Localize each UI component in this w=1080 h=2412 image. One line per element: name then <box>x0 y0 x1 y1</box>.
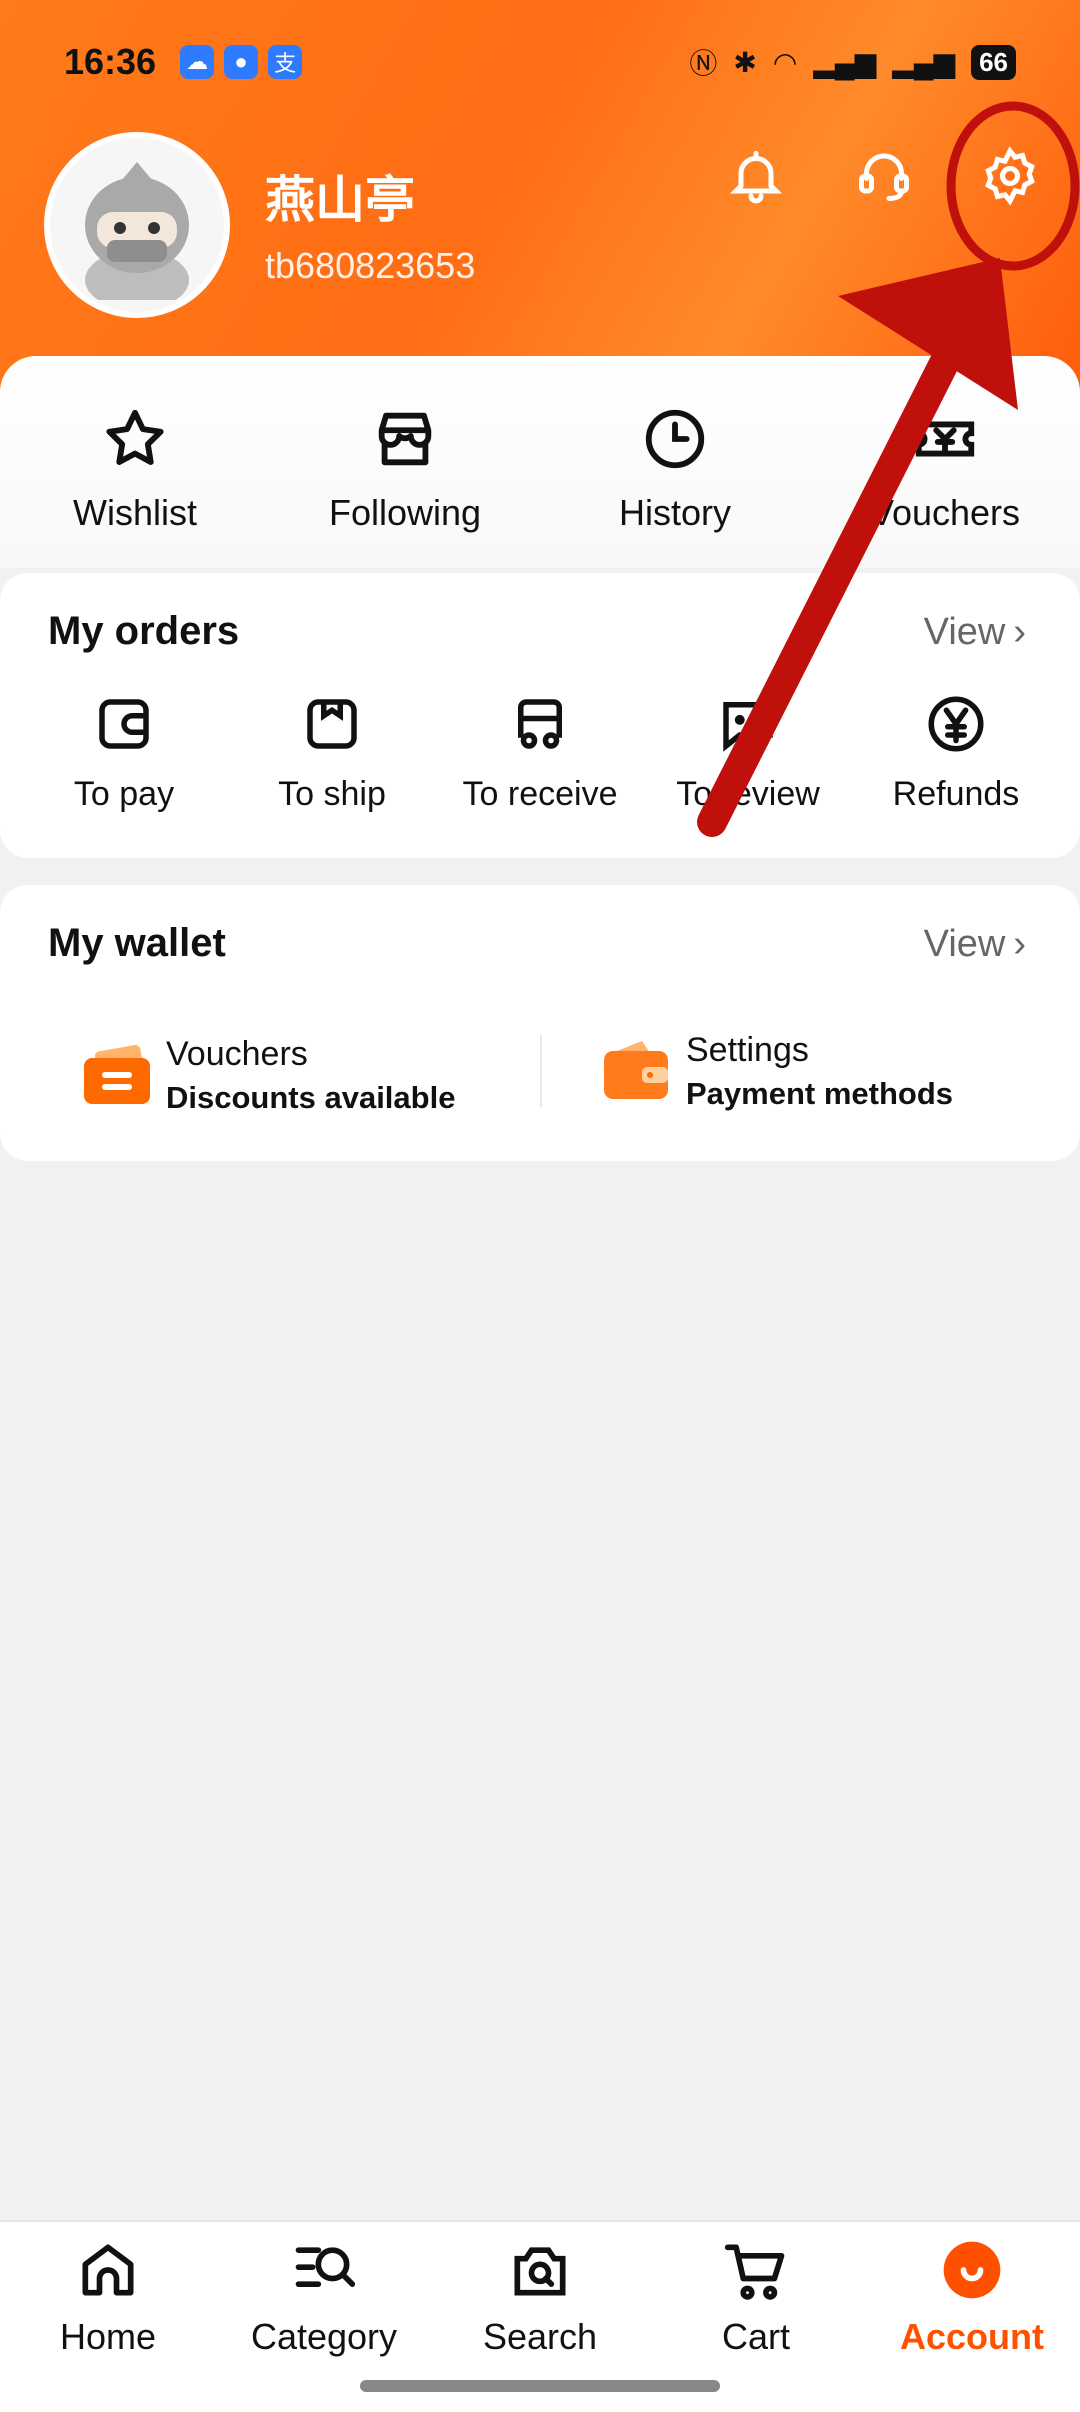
quick-link-label: History <box>618 492 731 533</box>
order-label: To receive <box>462 775 618 813</box>
nav-label: Home <box>59 2316 157 2357</box>
alipay-app-icon: 支 <box>268 45 303 79</box>
category-icon <box>295 2247 356 2287</box>
chevron-right-icon: › <box>1013 611 1026 653</box>
wallet-item-title: Vouchers <box>166 1035 308 1073</box>
status-bar: 16:36 ☁ ● 支 Ⓝ ✱ ◠ ▂▄▆ ▂▄▆ 66 <box>64 40 1016 84</box>
customer-service-icon[interactable] <box>848 140 920 212</box>
order-to-receive[interactable]: To receive <box>436 691 644 814</box>
yen-icon <box>928 696 984 752</box>
payment-wallet-icon <box>604 1041 668 1099</box>
browser-app-icon: ● <box>224 45 259 79</box>
nav-home[interactable]: Home <box>0 2222 216 2412</box>
voucher-icon <box>915 421 975 457</box>
status-time: 16:36 <box>64 41 157 82</box>
wallet-view-link[interactable]: View › <box>924 923 1026 966</box>
wallet-item-subtitle: Payment methods <box>686 1075 954 1111</box>
orders-card: My orders View › To pay To ship To recei… <box>0 573 1080 858</box>
chevron-right-icon: › <box>1013 923 1026 965</box>
package-icon <box>307 699 357 749</box>
status-app-icons: ☁ ● 支 <box>180 45 303 79</box>
voucher-wallet-icon <box>84 1044 150 1104</box>
order-to-ship[interactable]: To ship <box>228 691 436 814</box>
quick-link-following[interactable]: Following <box>270 356 540 568</box>
avatar-image <box>85 162 189 300</box>
wallet-item-subtitle: Discounts available <box>166 1080 456 1115</box>
quick-link-label: Wishlist <box>73 492 197 533</box>
chat-icon <box>723 702 773 752</box>
wallet-icon <box>99 699 149 749</box>
wallet-view-label: View <box>923 923 1006 965</box>
battery-indicator: 66 <box>971 44 1016 80</box>
orders-row: To pay To ship To receive To review Refu… <box>0 691 1080 814</box>
quick-link-history[interactable]: History <box>540 356 810 568</box>
store-icon <box>378 412 432 466</box>
quick-link-wishlist[interactable]: Wishlist <box>0 356 270 568</box>
home-icon <box>82 2244 134 2296</box>
weather-app-icon: ☁ <box>180 45 215 79</box>
order-refunds[interactable]: Refunds <box>852 691 1060 814</box>
order-to-pay[interactable]: To pay <box>20 691 228 814</box>
truck-icon <box>518 699 562 749</box>
nfc-icon: Ⓝ <box>689 48 718 79</box>
bluetooth-icon: ✱ <box>733 46 757 78</box>
nav-label: Account <box>900 2316 1044 2357</box>
wallet-row: Vouchers Discounts available Settings Pa… <box>0 1031 1080 1116</box>
order-to-review[interactable]: To review <box>644 691 852 814</box>
home-indicator[interactable] <box>360 2380 720 2392</box>
cart-icon <box>724 2244 785 2300</box>
quick-link-label: Vouchers <box>869 492 1021 533</box>
signal-icon: ▂▄▆ <box>813 46 877 78</box>
settings-gear-icon[interactable] <box>974 140 1046 212</box>
wallet-settings[interactable]: Settings Payment methods <box>540 1031 1080 1111</box>
user-id: tb680823653 <box>265 245 476 286</box>
order-label: To review <box>676 775 820 813</box>
wallet-vouchers[interactable]: Vouchers Discounts available <box>0 1035 540 1116</box>
wallet-card: My wallet View › Vouchers Discounts avai… <box>0 885 1080 1161</box>
order-label: Refunds <box>892 775 1020 813</box>
order-label: To pay <box>73 775 175 813</box>
account-icon <box>943 2241 1001 2299</box>
notification-bell-icon[interactable] <box>720 140 792 212</box>
orders-view-label: View <box>923 611 1006 653</box>
avatar[interactable] <box>44 132 230 318</box>
wifi-icon: ◠ <box>772 46 798 78</box>
wallet-item-title: Settings <box>686 1030 809 1069</box>
order-label: To ship <box>278 775 386 813</box>
nav-label: Category <box>250 2316 398 2357</box>
quick-link-label: Following <box>328 492 482 533</box>
clock-icon <box>645 409 705 469</box>
orders-view-link[interactable]: View › <box>924 611 1026 654</box>
nav-account[interactable]: Account <box>864 2222 1080 2412</box>
signal-icon-2: ▂▄▆ <box>892 46 956 78</box>
quick-links: Wishlist Following History Vouchers <box>0 356 1080 568</box>
quick-link-vouchers[interactable]: Vouchers <box>810 356 1080 568</box>
nav-label: Search <box>482 2316 598 2357</box>
wallet-title: My wallet <box>48 921 226 965</box>
username: 燕山亭 <box>265 172 415 228</box>
camera-search-icon <box>514 2247 566 2296</box>
orders-title: My orders <box>48 609 240 653</box>
nav-label: Cart <box>721 2316 790 2357</box>
status-indicators: Ⓝ ✱ ◠ ▂▄▆ ▂▄▆ 66 <box>689 42 1016 82</box>
star-icon <box>106 409 164 465</box>
